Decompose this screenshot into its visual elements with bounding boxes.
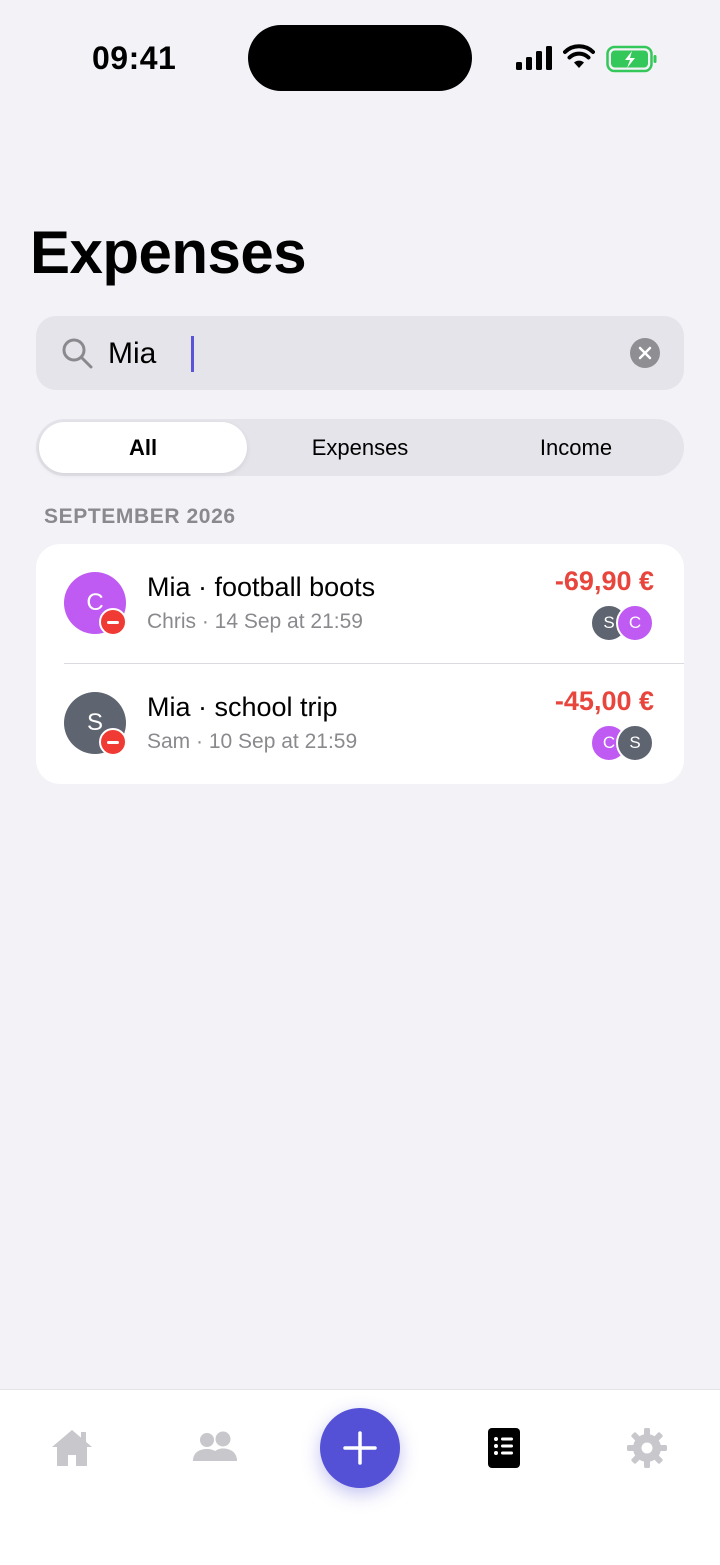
transaction-amount: -69,90 € — [554, 566, 654, 596]
transaction-title: Mia · football boots — [147, 572, 376, 602]
participant-avatars: C S — [590, 724, 654, 762]
plus-icon — [343, 1431, 377, 1465]
text-caret — [191, 336, 194, 372]
status-time: 09:41 — [92, 40, 177, 76]
search-bar[interactable]: Mia — [36, 316, 684, 390]
transactions-list: C Mia · football boots Chris · 14 Sep at… — [36, 544, 684, 784]
search-icon — [62, 338, 93, 369]
cellular-signal-icon — [516, 46, 552, 70]
gear-icon[interactable] — [623, 1424, 671, 1472]
status-bar: 09:41 — [0, 0, 720, 116]
add-expense-button[interactable] — [320, 1408, 400, 1488]
list-icon[interactable] — [480, 1424, 528, 1472]
transaction-subtitle: Sam · 10 Sep at 21:59 — [147, 730, 358, 753]
search-input[interactable]: Mia — [108, 336, 156, 372]
expense-minus-icon — [99, 608, 127, 636]
segment-expenses[interactable]: Expenses — [256, 422, 464, 473]
section-header: SEPTEMBER 2026 — [44, 505, 236, 528]
house-icon[interactable] — [48, 1424, 96, 1472]
segment-income[interactable]: Income — [472, 422, 680, 473]
participant-avatar: C — [616, 604, 654, 642]
tab-bar — [0, 1389, 720, 1565]
participant-avatars: S C — [590, 604, 654, 642]
battery-charging-icon — [606, 45, 657, 73]
expense-minus-icon — [99, 728, 127, 756]
filter-segmented-control: All Expenses Income — [36, 419, 684, 476]
dynamic-island — [248, 25, 472, 91]
wifi-icon — [563, 44, 595, 68]
transaction-row[interactable]: S Mia · school trip Sam · 10 Sep at 21:5… — [36, 664, 684, 784]
segment-all[interactable]: All — [39, 422, 247, 473]
page-title: Expenses — [30, 219, 307, 286]
clear-search-button[interactable] — [630, 338, 660, 368]
people-icon[interactable] — [191, 1424, 239, 1472]
close-icon — [638, 346, 652, 360]
transaction-row[interactable]: C Mia · football boots Chris · 14 Sep at… — [36, 544, 684, 664]
transaction-title: Mia · school trip — [147, 692, 338, 722]
transaction-subtitle: Chris · 14 Sep at 21:59 — [147, 610, 363, 633]
transaction-amount: -45,00 € — [554, 686, 654, 716]
participant-avatar: S — [616, 724, 654, 762]
